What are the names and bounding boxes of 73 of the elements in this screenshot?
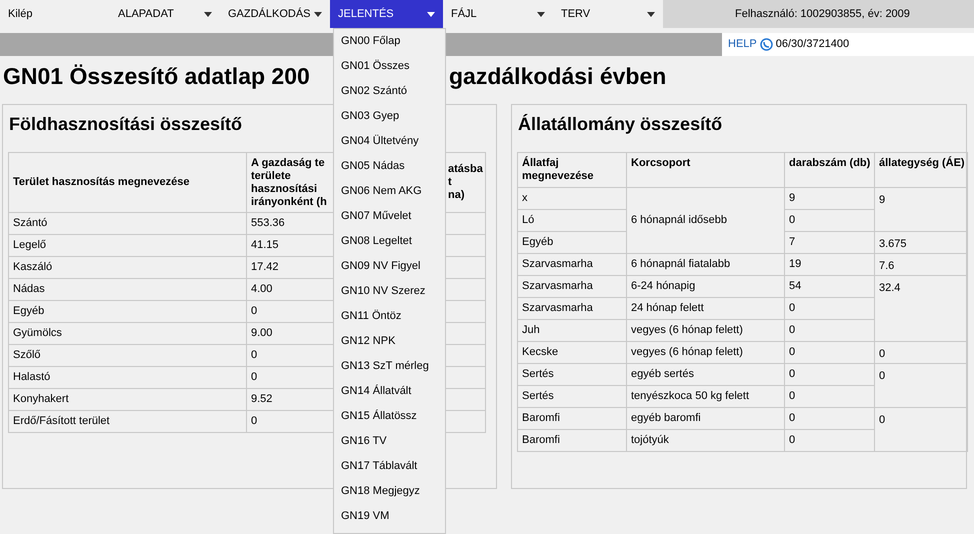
table-cell: Nádas [8, 278, 246, 300]
table-cell: Baromfi [518, 408, 626, 430]
table-cell: Baromfi [518, 430, 626, 452]
table-cell: 9 [784, 188, 874, 210]
table-cell: 0 [784, 364, 874, 386]
table-cell: 0 [784, 408, 874, 430]
table-cell: x [518, 188, 626, 210]
help-link[interactable]: HELP [728, 36, 757, 53]
table-cell: Szántó [8, 212, 246, 234]
table-cell: tojótyúk [626, 430, 784, 452]
table-cell: tenyészkoca 50 kg felett [626, 386, 784, 408]
phone-number: 06/30/3721400 [776, 37, 850, 52]
user-info: Felhasználó: 1002903855, év: 2009 [735, 6, 910, 22]
table-cell: Konyhakert [8, 388, 246, 410]
table-cell: 9 [874, 188, 968, 232]
menu-option[interactable]: GN19 VM [334, 504, 445, 529]
column-header: állategység (ÁE) [874, 152, 968, 188]
section-title: Állatállomány összesítő [518, 112, 722, 136]
table-cell: 7 [784, 232, 874, 254]
table-cell: egyéb sertés [626, 364, 784, 386]
table-cell: vegyes (6 hónap felett) [626, 320, 784, 342]
table-cell: Sertés [518, 386, 626, 408]
table-cell: 0 [874, 342, 968, 364]
menu-item[interactable]: JELENTÉS [330, 0, 443, 28]
table-cell: Sertés [518, 364, 626, 386]
column-header: darabszám (db) [784, 152, 874, 188]
table-cell: 0 [874, 408, 968, 452]
table-cell: 7.6 [874, 254, 968, 276]
table-cell: Erdő/Fásított terület [8, 410, 246, 432]
page-title: gazdálkodási évben [449, 62, 666, 91]
table-cell: Juh [518, 320, 626, 342]
table-cell: Gyümölcs [8, 322, 246, 344]
table-cell: 32.4 [874, 276, 968, 342]
table-cell: Egyéb [8, 300, 246, 322]
table-cell: 0 [784, 342, 874, 364]
menu-item[interactable]: GAZDÁLKODÁS [220, 0, 330, 28]
table-cell: Egyéb [518, 232, 626, 254]
column-header: Állatfaj megnevezése [518, 152, 626, 188]
column-header: Korcsoport [626, 152, 784, 188]
menu-option[interactable]: GN02 Szántó [334, 79, 445, 104]
column-header: Terület hasznosítás megnevezése [8, 152, 246, 212]
table-cell: 6 hónapnál fiatalabb [626, 254, 784, 276]
menu-option[interactable]: GN03 Gyep [334, 104, 445, 129]
table-cell: Szarvasmarha [518, 254, 626, 276]
menu-option[interactable]: GN17 Táblavált [334, 454, 445, 479]
page-title: GN01 Összesítő adatlap 200 [3, 62, 310, 89]
table-cell: 6 hónapnál idősebb [626, 188, 784, 254]
table-cell: Kaszáló [8, 256, 246, 278]
menu-option[interactable]: GN00 Főlap [334, 29, 445, 54]
table-cell: 54 [784, 276, 874, 298]
table-cell: Ló [518, 210, 626, 232]
table-cell: 6-24 hónapig [626, 276, 784, 298]
menu-item[interactable]: TERV [553, 0, 663, 28]
table-cell: Halastó [8, 366, 246, 388]
table-cell: Kecske [518, 342, 626, 364]
section-title: Földhasznosítási összesítő [9, 112, 242, 136]
menu-item[interactable]: Kilép [0, 0, 110, 28]
phone-icon [760, 38, 773, 51]
table-cell: 3.675 [874, 232, 968, 254]
table-cell: vegyes (6 hónap felett) [626, 342, 784, 364]
table-cell: Szarvasmarha [518, 276, 626, 298]
menu-option[interactable]: GN01 Összes [334, 54, 445, 79]
menu-option[interactable]: GN18 Megjegyz [334, 479, 445, 504]
table-cell: Szőlő [8, 344, 246, 366]
menu-item[interactable]: FÁJL [443, 0, 553, 28]
menu-item[interactable]: ALAPADAT [110, 0, 220, 28]
table-cell: 24 hónap felett [626, 298, 784, 320]
table-cell: 0 [874, 364, 968, 408]
table-cell: Szarvasmarha [518, 298, 626, 320]
table-cell: egyéb baromfi [626, 408, 784, 430]
table-cell: Legelő [8, 234, 246, 256]
menu-option[interactable]: GN04 Ültetvény [334, 129, 445, 154]
table-cell: 19 [784, 254, 874, 276]
